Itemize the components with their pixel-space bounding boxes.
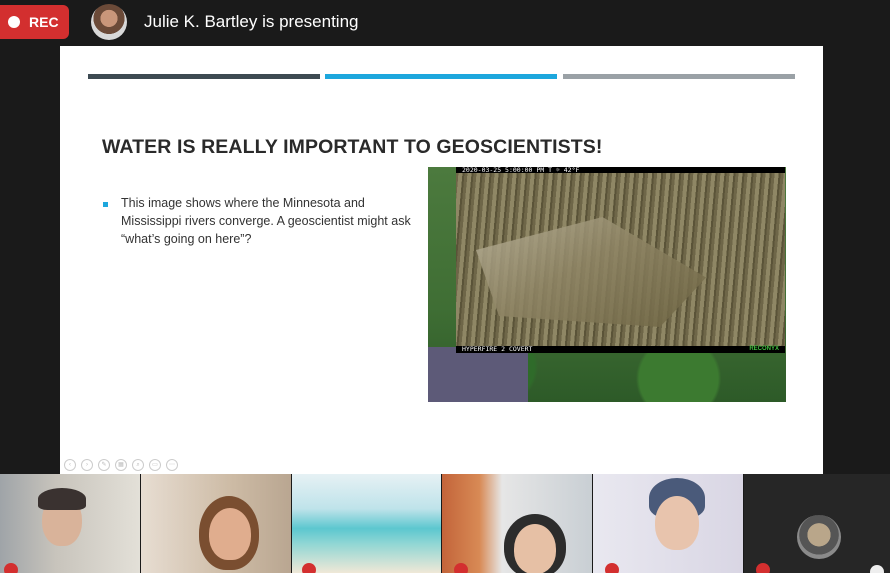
rec-label: REC (29, 14, 59, 30)
camera-timestamp: 2020-03-25 5:00:00 PM T ☼ 42°F (462, 167, 580, 174)
muted-mic-icon (454, 563, 468, 573)
participant-tile-3[interactable] (292, 474, 441, 573)
recording-indicator[interactable]: REC (0, 5, 69, 39)
pen-icon[interactable]: ✎ (98, 459, 110, 471)
slide-toolbar: ‹ › ✎ ▦ ⌕ ▭ ⋯ (64, 459, 178, 471)
river-area (428, 347, 528, 402)
participant-strip (0, 474, 890, 573)
slide-accent-bar-blue (325, 74, 557, 79)
slides-grid-icon[interactable]: ▦ (115, 459, 127, 471)
muted-mic-icon (756, 563, 770, 573)
eroded-slope (476, 217, 706, 327)
muted-mic-icon (605, 563, 619, 573)
trail-camera-photo: 2020-03-25 5:00:00 PM T ☼ 42°F HYPERFIRE… (456, 167, 785, 353)
muted-mic-icon (4, 563, 18, 573)
slide-accent-bar-dark (88, 74, 320, 79)
next-slide-icon[interactable]: › (81, 459, 93, 471)
participant-avatar (797, 515, 841, 559)
participant-hair (38, 488, 86, 510)
presenter-label: Julie K. Bartley is presenting (144, 12, 359, 31)
slide-title: WATER IS REALLY IMPORTANT TO GEOSCIENTIS… (102, 136, 603, 158)
camera-model: HYPERFIRE 2 COVERT (462, 345, 533, 353)
participant-tile-1[interactable] (0, 474, 140, 573)
participant-face (209, 508, 251, 560)
participant-tile-2[interactable] (141, 474, 291, 573)
bullet-square-icon (103, 202, 108, 207)
participant-face (655, 496, 699, 550)
prev-slide-icon[interactable]: ‹ (64, 459, 76, 471)
record-dot-icon (8, 16, 20, 28)
zoom-icon[interactable]: ⌕ (132, 459, 144, 471)
participant-face (514, 524, 556, 573)
shared-slide: WATER IS REALLY IMPORTANT TO GEOSCIENTIS… (60, 46, 823, 474)
top-bar: REC Julie K. Bartley is presenting (0, 0, 890, 46)
slide-accent-bar-grey (563, 74, 795, 79)
participant-tile-4[interactable] (442, 474, 592, 573)
participant-tile-6[interactable] (744, 474, 890, 573)
participant-tile-5[interactable] (593, 474, 743, 573)
camera-brand-logo: RECONYX (749, 346, 779, 352)
subtitles-icon[interactable]: ▭ (149, 459, 161, 471)
slide-photo: 2020-03-25 5:00:00 PM T ☼ 42°F HYPERFIRE… (428, 167, 786, 402)
presenter-avatar (91, 4, 127, 40)
slide-bullet-text: This image shows where the Minnesota and… (121, 196, 411, 246)
muted-mic-icon (302, 563, 316, 573)
more-options-icon[interactable] (870, 565, 884, 573)
more-options-icon[interactable]: ⋯ (166, 459, 178, 471)
